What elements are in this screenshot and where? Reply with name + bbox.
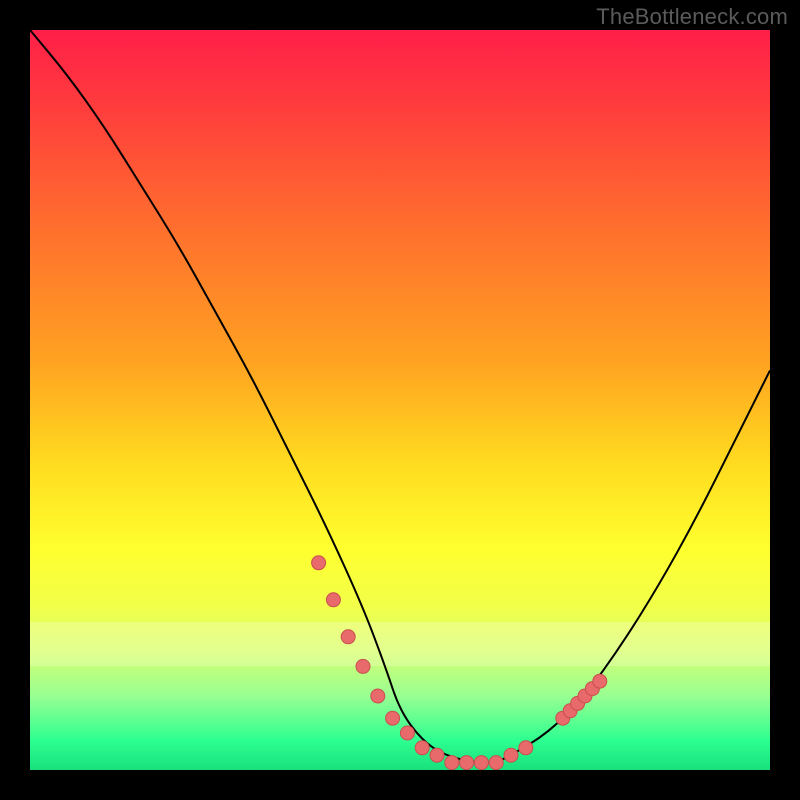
marker-group	[312, 556, 607, 770]
marker-dot	[519, 741, 533, 755]
watermark-text: TheBottleneck.com	[596, 4, 788, 30]
marker-dot	[341, 630, 355, 644]
bottleneck-curve	[30, 30, 770, 763]
marker-dot	[400, 726, 414, 740]
marker-dot	[386, 711, 400, 725]
curve-layer	[30, 30, 770, 770]
marker-dot	[445, 756, 459, 770]
marker-dot	[504, 748, 518, 762]
marker-dot	[593, 674, 607, 688]
marker-dot	[430, 748, 444, 762]
marker-dot	[415, 741, 429, 755]
marker-dot	[489, 756, 503, 770]
plot-area	[30, 30, 770, 770]
marker-dot	[474, 756, 488, 770]
marker-dot	[460, 756, 474, 770]
marker-dot	[312, 556, 326, 570]
marker-dot	[371, 689, 385, 703]
marker-dot	[356, 659, 370, 673]
chart-frame: TheBottleneck.com	[0, 0, 800, 800]
marker-dot	[326, 593, 340, 607]
